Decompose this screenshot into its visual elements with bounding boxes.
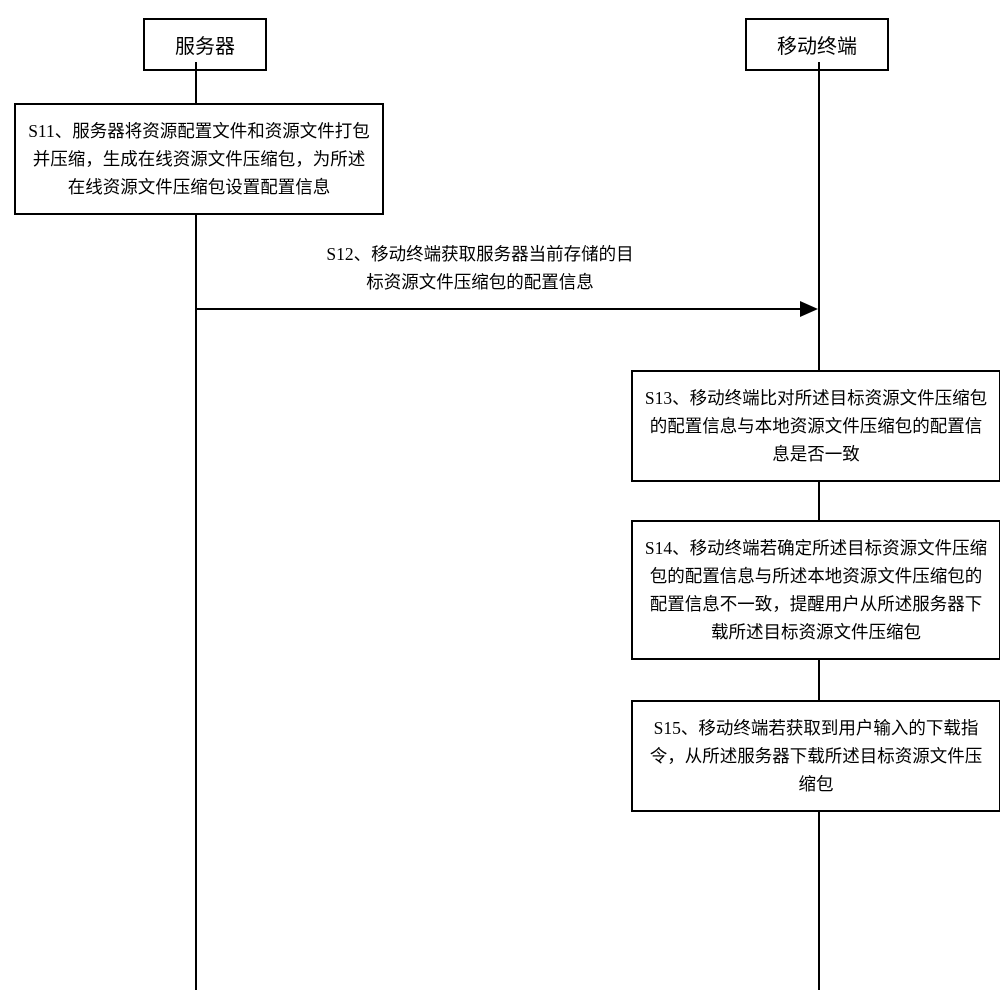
arrow-s12 <box>196 308 802 310</box>
step-box-s15: S15、移动终端若获取到用户输入的下载指令，从所述服务器下载所述目标资源文件压缩… <box>631 700 1000 812</box>
step-text: S11、服务器将资源配置文件和资源文件打包并压缩，生成在线资源文件压缩包，为所述… <box>28 121 370 197</box>
participant-header-mobile: 移动终端 <box>745 18 889 71</box>
step-text-line1: S12、移动终端获取服务器当前存储的目 <box>326 244 633 264</box>
step-box-s11: S11、服务器将资源配置文件和资源文件打包并压缩，生成在线资源文件压缩包，为所述… <box>14 103 384 215</box>
arrow-head-s12 <box>800 301 818 317</box>
step-text-line2: 标资源文件压缩包的配置信息 <box>366 272 594 292</box>
participant-label: 服务器 <box>175 36 235 58</box>
participant-header-server: 服务器 <box>143 18 267 71</box>
participant-label: 移动终端 <box>777 36 857 58</box>
step-text: S15、移动终端若获取到用户输入的下载指令，从所述服务器下载所述目标资源文件压缩… <box>650 718 983 794</box>
step-text: S13、移动终端比对所述目标资源文件压缩包的配置信息与本地资源文件压缩包的配置信… <box>645 388 987 464</box>
step-box-s14: S14、移动终端若确定所述目标资源文件压缩包的配置信息与所述本地资源文件压缩包的… <box>631 520 1000 660</box>
step-text: S14、移动终端若确定所述目标资源文件压缩包的配置信息与所述本地资源文件压缩包的… <box>645 538 987 642</box>
step-box-s13: S13、移动终端比对所述目标资源文件压缩包的配置信息与本地资源文件压缩包的配置信… <box>631 370 1000 482</box>
step-label-s12: S12、移动终端获取服务器当前存储的目 标资源文件压缩包的配置信息 <box>280 240 680 296</box>
